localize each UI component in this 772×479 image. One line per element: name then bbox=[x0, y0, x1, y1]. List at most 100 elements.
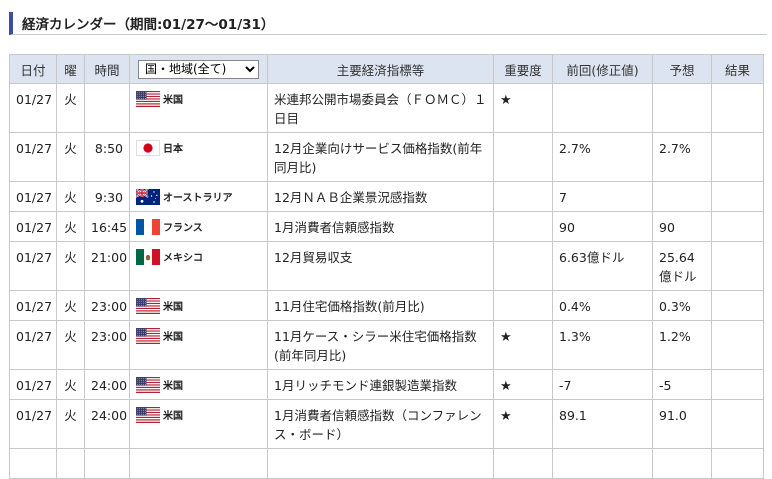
forecast-cell bbox=[652, 83, 712, 133]
result-cell bbox=[711, 181, 764, 212]
date-cell: 01/27 bbox=[9, 211, 57, 242]
time-cell: 9:30 bbox=[84, 181, 130, 212]
indicator-cell: 11月住宅価格指数(前月比) bbox=[267, 290, 494, 321]
col-header-previous: 前回(修正値) bbox=[552, 54, 653, 84]
previous-value-cell: 6.63億ドル bbox=[552, 241, 653, 291]
time-cell: 24:00 bbox=[84, 369, 130, 400]
importance-cell bbox=[493, 241, 553, 291]
country-cell: 米国 bbox=[129, 290, 268, 321]
indicator-cell: 1月消費者信頼感指数（コンファレンス・ボード） bbox=[267, 399, 494, 449]
time-cell: 24:00 bbox=[84, 399, 130, 449]
page-title: 経済カレンダー（期間:01/27〜01/31） bbox=[22, 17, 275, 33]
day-of-week-cell: 火 bbox=[56, 399, 85, 449]
previous-value-cell: 7 bbox=[552, 181, 653, 212]
forecast-cell: -5 bbox=[652, 369, 712, 400]
forecast-cell: 90 bbox=[652, 211, 712, 242]
table-row: 01/27 火 24:00 米国 1月リッチモンド連銀製造業指数 ★ -7 -5 bbox=[9, 369, 764, 400]
country-cell: フランス bbox=[129, 211, 268, 242]
country-cell: 米国 bbox=[129, 399, 268, 449]
importance-star: ★ bbox=[500, 379, 512, 394]
day-of-week-cell: 火 bbox=[56, 241, 85, 291]
date-cell: 01/27 bbox=[9, 83, 57, 133]
date-cell: 01/27 bbox=[9, 181, 57, 212]
country-name: 米国 bbox=[163, 381, 183, 392]
importance-star: ★ bbox=[500, 93, 512, 108]
country-name: 米国 bbox=[163, 332, 183, 343]
importance-cell bbox=[493, 290, 553, 321]
col-header-date: 日付 bbox=[9, 54, 57, 84]
result-cell bbox=[711, 132, 764, 182]
col-header-country: 国・地域(全て) bbox=[129, 54, 268, 84]
previous-value-cell: 90 bbox=[552, 211, 653, 242]
date-cell: 01/27 bbox=[9, 399, 57, 449]
importance-cell: ★ bbox=[493, 399, 553, 449]
us-flag-icon bbox=[136, 407, 160, 423]
empty-cell bbox=[493, 448, 553, 479]
empty-cell bbox=[267, 448, 494, 479]
au-flag-icon bbox=[136, 189, 160, 205]
result-cell bbox=[711, 320, 764, 370]
table-row: 01/27 火 8:50 日本 12月企業向けサービス価格指数(前年同月比) 2.7% 2.… bbox=[9, 132, 764, 182]
col-header-forecast: 予想 bbox=[652, 54, 712, 84]
day-of-week-cell: 火 bbox=[56, 181, 85, 212]
result-cell bbox=[711, 290, 764, 321]
day-of-week-cell: 火 bbox=[56, 83, 85, 133]
country-cell: 日本 bbox=[129, 132, 268, 182]
time-cell: 21:00 bbox=[84, 241, 130, 291]
table-row bbox=[9, 448, 764, 479]
country-cell: 米国 bbox=[129, 369, 268, 400]
previous-value-cell: 0.4% bbox=[552, 290, 653, 321]
country-name: 米国 bbox=[163, 411, 183, 422]
indicator-cell: 12月ＮＡＢ企業景況感指数 bbox=[267, 181, 494, 212]
time-cell: 16:45 bbox=[84, 211, 130, 242]
importance-star: ★ bbox=[500, 409, 512, 424]
country-cell: 米国 bbox=[129, 320, 268, 370]
table-row: 01/27 火 24:00 米国 1月消費者信頼感指数（コンファレンス・ボード） ★ 89.… bbox=[9, 399, 764, 449]
date-cell: 01/27 bbox=[9, 290, 57, 321]
country-name: メキシコ bbox=[163, 253, 203, 264]
col-header-indicator: 主要経済指標等 bbox=[267, 54, 494, 84]
us-flag-icon bbox=[136, 298, 160, 314]
importance-cell: ★ bbox=[493, 320, 553, 370]
us-flag-icon bbox=[136, 91, 160, 107]
empty-cell bbox=[84, 448, 130, 479]
forecast-cell: 91.0 bbox=[652, 399, 712, 449]
col-header-dow: 曜 bbox=[56, 54, 85, 84]
indicator-cell: 12月貿易収支 bbox=[267, 241, 494, 291]
country-cell: オーストラリア bbox=[129, 181, 268, 212]
day-of-week-cell: 火 bbox=[56, 290, 85, 321]
result-cell bbox=[711, 399, 764, 449]
forecast-cell: 0.3% bbox=[652, 290, 712, 321]
table-row: 01/27 火 21:00 メキシコ 12月貿易収支 6.63億ドル 25.64億ドル bbox=[9, 241, 764, 291]
fr-flag-icon bbox=[136, 219, 160, 235]
importance-star: ★ bbox=[500, 330, 512, 345]
table-header-row: 日付 曜 時間 国・地域(全て) 主要経済指標等 重要度 前回(修正値) 予想 … bbox=[9, 54, 764, 84]
empty-cell bbox=[652, 448, 712, 479]
result-cell bbox=[711, 369, 764, 400]
table-row: 01/27 火 23:00 米国 11月住宅価格指数(前月比) 0.4% 0.3% bbox=[9, 290, 764, 321]
indicator-cell: 12月企業向けサービス価格指数(前年同月比) bbox=[267, 132, 494, 182]
previous-value-cell bbox=[552, 83, 653, 133]
table-row: 01/27 火 9:30 オーストラリア 12月ＮＡＢ企業景況感指数 7 bbox=[9, 181, 764, 212]
date-cell: 01/27 bbox=[9, 320, 57, 370]
country-name: 米国 bbox=[163, 95, 183, 106]
empty-cell bbox=[552, 448, 653, 479]
date-cell: 01/27 bbox=[9, 369, 57, 400]
empty-cell bbox=[711, 448, 764, 479]
country-name: オーストラリア bbox=[163, 193, 233, 204]
table-row: 01/27 火 米国 米連邦公開市場委員会（ＦＯＭＣ）１日目 ★ bbox=[9, 83, 764, 133]
indicator-cell: 11月ケース・シラー米住宅価格指数(前年同月比) bbox=[267, 320, 494, 370]
forecast-cell: 1.2% bbox=[652, 320, 712, 370]
empty-cell bbox=[129, 448, 268, 479]
importance-cell bbox=[493, 181, 553, 212]
result-cell bbox=[711, 241, 764, 291]
col-header-result: 結果 bbox=[711, 54, 764, 84]
forecast-cell bbox=[652, 181, 712, 212]
importance-cell: ★ bbox=[493, 369, 553, 400]
forecast-cell: 2.7% bbox=[652, 132, 712, 182]
country-filter-select[interactable]: 国・地域(全て) bbox=[138, 59, 259, 79]
forecast-cell: 25.64億ドル bbox=[652, 241, 712, 291]
previous-value-cell: 2.7% bbox=[552, 132, 653, 182]
us-flag-icon bbox=[136, 328, 160, 344]
indicator-cell: 1月消費者信頼感指数 bbox=[267, 211, 494, 242]
